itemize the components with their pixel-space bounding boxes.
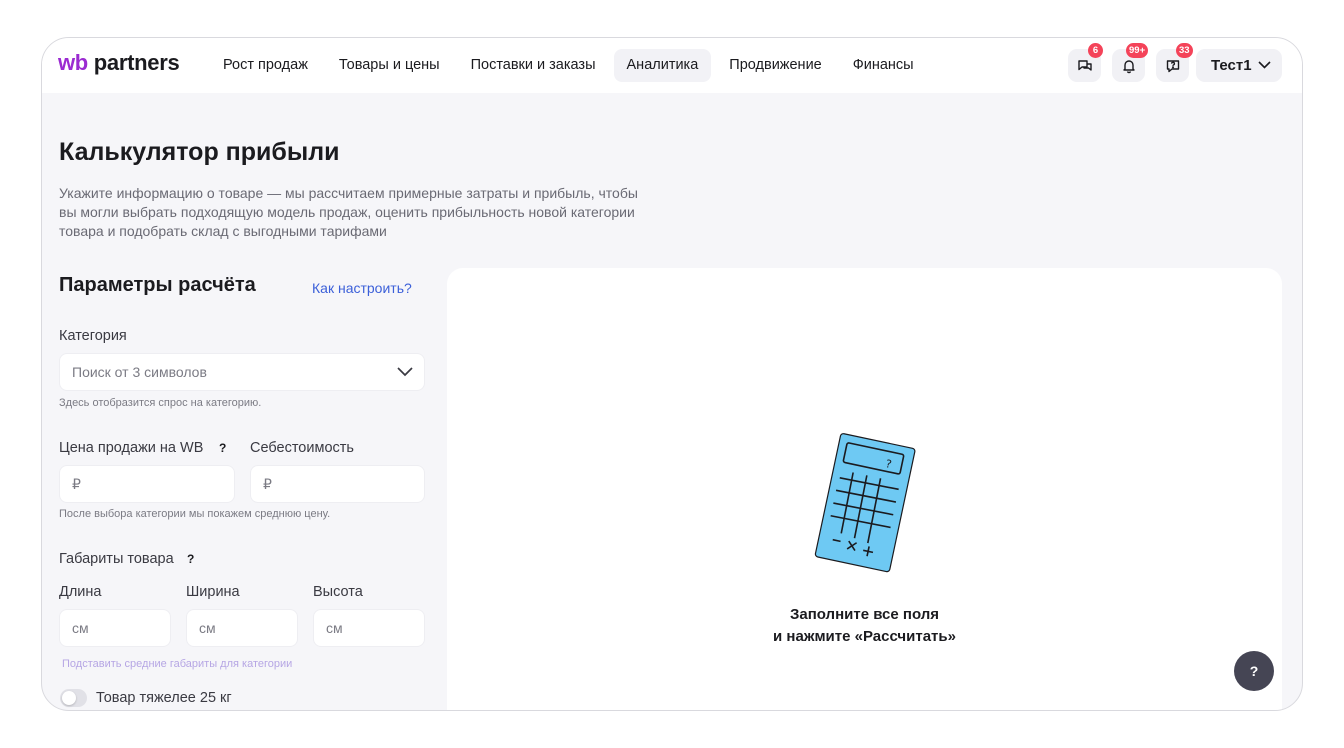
nav-item-analytics[interactable]: Аналитика [613, 49, 712, 82]
category-hint: Здесь отобразится спрос на категорию. [59, 397, 262, 409]
calculator-illustration: ? [814, 433, 916, 573]
cost-input[interactable]: ₽ [250, 465, 425, 503]
price-hint: После выбора категории мы покажем средню… [59, 508, 331, 520]
support-badge: 33 [1176, 43, 1193, 58]
page-title: Калькулятор прибыли [59, 138, 340, 166]
user-name: Тест1 [1211, 57, 1252, 74]
page-subtitle: Укажите информацию о товаре — мы рассчит… [59, 185, 638, 239]
nav-item-supplies-orders[interactable]: Поставки и заказы [458, 49, 609, 82]
length-input[interactable]: см [59, 609, 171, 647]
logo-prefix: wb [58, 50, 88, 75]
cost-label: Себестоимость [250, 440, 354, 456]
height-label: Высота [313, 584, 363, 600]
price-label: Цена продажи на WB [59, 440, 204, 456]
toggle-knob [62, 691, 76, 705]
chat-bubbles-icon [1077, 59, 1092, 71]
nav-item-promotion[interactable]: Продвижение [716, 49, 834, 82]
category-select[interactable]: Поиск от 3 символов [59, 353, 425, 391]
dimensions-label: Габариты товара [59, 551, 174, 567]
logo-name: partners [93, 50, 180, 75]
help-fab-button[interactable]: ? [1234, 651, 1274, 691]
app-window: wb partners Рост продаж Товары и цены По… [41, 37, 1303, 711]
how-to-configure-link[interactable]: Как настроить? [312, 280, 412, 296]
chat-badge: 6 [1088, 43, 1103, 58]
nav-item-goods-prices[interactable]: Товары и цены [326, 49, 453, 82]
chevron-down-icon [397, 367, 413, 377]
question-bubble-icon [1166, 59, 1179, 72]
dimensions-help-icon[interactable]: ? [187, 552, 194, 566]
width-input[interactable]: см [186, 609, 298, 647]
empty-state-line-1: Заполните все поля [789, 606, 940, 623]
support-button[interactable]: 33 [1156, 43, 1193, 82]
main-nav: Рост продаж Товары и цены Поставки и зак… [210, 49, 932, 82]
nav-item-finance[interactable]: Финансы [840, 49, 927, 82]
wb-partners-logo[interactable]: wb partners [58, 50, 180, 76]
user-menu-button[interactable]: Тест1 [1196, 49, 1282, 82]
chevron-down-icon [1258, 61, 1271, 69]
category-placeholder: Поиск от 3 символов [72, 364, 207, 380]
length-label: Длина [59, 584, 102, 600]
empty-state-line-2: и нажмите «Рассчитать» [773, 628, 956, 645]
category-label: Категория [59, 328, 127, 344]
heavy-item-label: Товар тяжелее 25 кг [96, 690, 232, 706]
notifications-badge: 99+ [1126, 43, 1149, 58]
height-input[interactable]: см [313, 609, 425, 647]
heavy-item-toggle[interactable] [60, 689, 87, 707]
width-label: Ширина [186, 584, 240, 600]
chat-button[interactable]: 6 [1068, 43, 1103, 82]
top-navigation-bar: wb partners Рост продаж Товары и цены По… [42, 38, 1302, 93]
nav-item-sales-growth[interactable]: Рост продаж [210, 49, 321, 82]
price-help-icon[interactable]: ? [219, 441, 226, 455]
result-panel: ? Заполните все поля и нажмите «Рассчита… [447, 268, 1282, 710]
bell-icon [1122, 59, 1135, 73]
autofill-dimensions-link[interactable]: Подставить средние габариты для категори… [62, 658, 292, 670]
price-input[interactable]: ₽ [59, 465, 235, 503]
empty-state-text: Заполните все поля и нажмите «Рассчитать… [447, 604, 1282, 648]
params-title: Параметры расчёта [59, 274, 256, 296]
notifications-button[interactable]: 99+ [1112, 43, 1149, 82]
